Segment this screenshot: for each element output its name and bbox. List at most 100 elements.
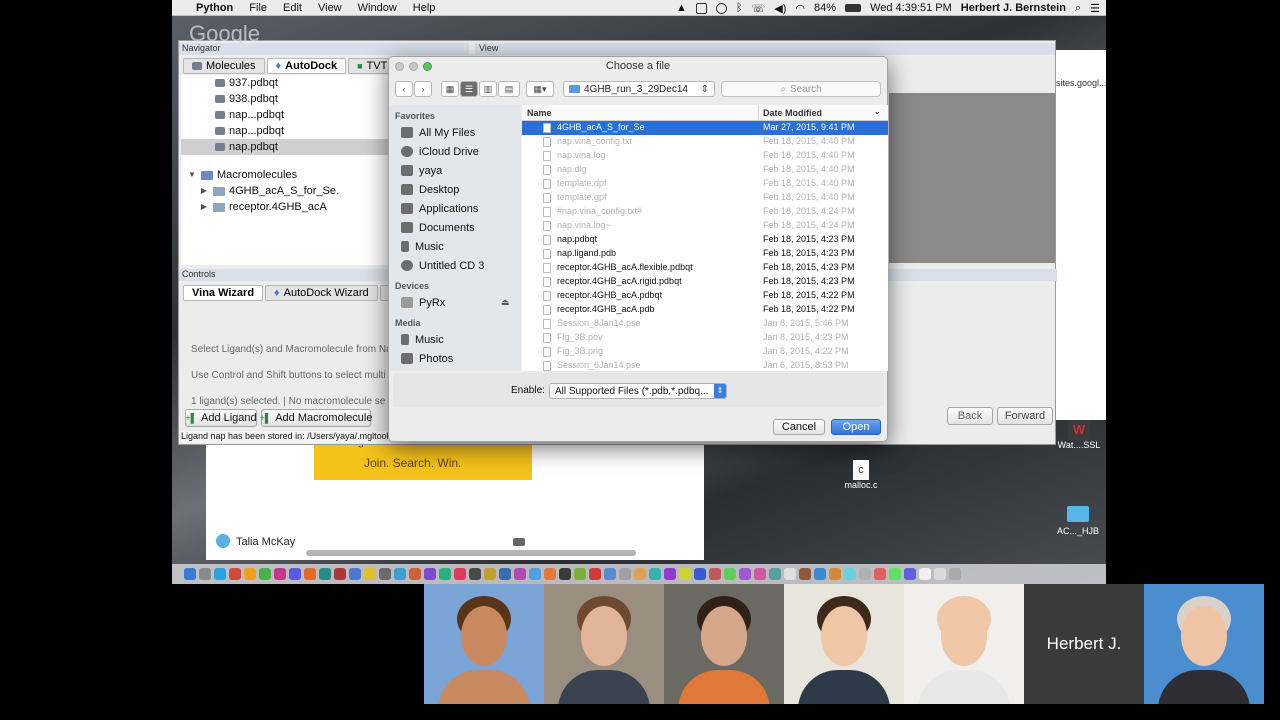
file-row[interactable]: receptor.4GHB_acA.flexible.pdbqt Feb 18, … [522,261,888,275]
phone-icon[interactable]: ☏ [752,2,766,15]
dock-app-icon[interactable] [904,568,916,580]
dock-app-icon[interactable] [469,568,481,580]
dock-app-icon[interactable] [784,568,796,580]
dock-app-icon[interactable] [514,568,526,580]
dock-app-icon[interactable] [709,568,721,580]
forward-button[interactable]: Forward [997,407,1053,425]
wifi-icon[interactable]: ◠ [795,2,805,15]
open-button[interactable]: Open [831,419,881,435]
battery-percent[interactable]: 84% [814,2,836,14]
dock-app-icon[interactable] [379,568,391,580]
file-row[interactable]: receptor.4GHB_acA.rigid.pdbqt Feb 18, 201… [522,275,888,289]
tab-autodock-wizard[interactable]: ♦ AutoDock Wizard [265,285,378,301]
file-row[interactable]: nap.ligand.pdb Feb 18, 2015, 4:23 PM [522,247,888,261]
dock-app-icon[interactable] [454,568,466,580]
column-name[interactable]: Name [527,108,552,118]
participant-video[interactable] [424,584,544,704]
participant-video[interactable] [664,584,784,704]
menu-file[interactable]: File [241,2,275,14]
path-popup[interactable]: 4GHB_run_3_29Dec14 ⇕ [563,81,715,97]
dock-app-icon[interactable] [244,568,256,580]
tree-item[interactable]: ▶ receptor.4GHB_acA [181,199,393,215]
participant-name-tile[interactable]: Herbert J. [1024,584,1144,704]
file-row[interactable]: nap.vina.log Feb 18, 2015, 4:40 PM [522,149,888,163]
site-link[interactable]: sites.googl... [1056,78,1106,88]
time-machine-icon[interactable] [715,2,727,14]
dock-app-icon[interactable] [634,568,646,580]
forward-nav-icon[interactable]: › [414,81,432,97]
sidebar-item-untitled-cd[interactable]: Untitled CD 3 [389,256,521,275]
dock-app-icon[interactable] [229,568,241,580]
bluetooth-icon[interactable]: ᛒ [736,2,743,14]
dock-app-icon[interactable] [664,568,676,580]
participant-video[interactable] [784,584,904,704]
dock-app-icon[interactable] [559,568,571,580]
dock-app-icon[interactable] [724,568,736,580]
dock-app-icon[interactable] [754,568,766,580]
dock-app-icon[interactable] [919,568,931,580]
file-type-select[interactable]: All Supported Files (*.pdb,*.pdbq... ⇕ [549,383,727,399]
sidebar-item-applications[interactable]: Applications [389,199,521,218]
menu-view[interactable]: View [310,2,350,14]
dock-app-icon[interactable] [844,568,856,580]
add-macromolecule-button[interactable]: +▌ Add Macromolecule [260,409,372,427]
sidebar-item-pyrx[interactable]: PyRx ⏏ [389,293,521,312]
sidebar-item-photos[interactable]: Photos [389,349,521,368]
participant-video[interactable] [904,584,1024,704]
dock-app-icon[interactable] [319,568,331,580]
dock-app-icon[interactable] [499,568,511,580]
sidebar-item-documents[interactable]: Documents [389,218,521,237]
tab-vina-wizard[interactable]: Vina Wizard [183,285,264,301]
menu-window[interactable]: Window [350,2,405,14]
sidebar-item-icloud-drive[interactable]: iCloud Drive [389,142,521,161]
dock-app-icon[interactable] [259,568,271,580]
list-view-icon[interactable]: ☰ [460,81,478,97]
tree-macromolecules[interactable]: ▼ Macromolecules [181,167,393,183]
dock-app-icon[interactable] [409,568,421,580]
tree-item[interactable]: nap...pdbqt [181,123,393,139]
sidebar-item-media-music[interactable]: Music [389,330,521,349]
tree-item[interactable]: 937.pdbqt [181,75,393,91]
dock-app-icon[interactable] [679,568,691,580]
column-date-modified[interactable]: Date Modified [763,108,822,118]
dock-app-icon[interactable] [484,568,496,580]
disclosure-triangle-icon[interactable]: ▶ [199,183,209,199]
notification-center-icon[interactable]: ☰ [1090,2,1100,15]
dock-app-icon[interactable] [289,568,301,580]
back-nav-icon[interactable]: ‹ [395,81,413,97]
dock-app-icon[interactable] [574,568,586,580]
back-button[interactable]: Back [947,407,993,425]
coverflow-view-icon[interactable]: ▤ [498,81,520,97]
tree-item[interactable]: 938.pdbqt [181,91,393,107]
dock-app-icon[interactable] [334,568,346,580]
dock-app-icon[interactable] [874,568,886,580]
user-name[interactable]: Herbert J. Bernstein [961,2,1066,14]
file-row[interactable]: #nap.vina_config.txt# Feb 18, 2015, 4:24 … [522,205,888,219]
dock-app-icon[interactable] [304,568,316,580]
dock-app-icon[interactable] [544,568,556,580]
dock-app-icon[interactable] [394,568,406,580]
dock-app-icon[interactable] [814,568,826,580]
dock-app-icon[interactable] [799,568,811,580]
spotlight-search-icon[interactable]: ⌕ [1075,2,1081,15]
arrange-menu-icon[interactable]: ▦▾ [526,81,554,97]
menu-help[interactable]: Help [405,2,444,14]
tab-autodock[interactable]: ♦ AutoDock [266,58,347,74]
file-row[interactable]: nap.dlg Feb 18, 2015, 4:40 PM [522,163,888,177]
file-row[interactable]: nap.vina.log~ Feb 18, 2015, 4:24 PM [522,219,888,233]
dock-app-icon[interactable] [694,568,706,580]
file-row[interactable]: Session_8Jan14.pse Jan 8, 2015, 5:46 PM [522,317,888,331]
dock-app-icon[interactable] [769,568,781,580]
tree-item-selected[interactable]: nap.pdbqt [181,139,393,155]
file-row[interactable]: receptor.4GHB_acA.pdbqt Feb 18, 2015, 4:2… [522,289,888,303]
dock-app-icon[interactable] [649,568,661,580]
dock-app-icon[interactable] [589,568,601,580]
file-row[interactable]: template.gpf Feb 18, 2015, 4:40 PM [522,191,888,205]
file-row[interactable]: nap.vina_config.txt Feb 18, 2015, 4:40 PM [522,135,888,149]
dock-app-icon[interactable] [829,568,841,580]
sidebar-item-desktop[interactable]: Desktop [389,180,521,199]
dock-app-icon[interactable] [274,568,286,580]
participant-video[interactable] [544,584,664,704]
browser-scrollbar[interactable] [306,550,636,556]
search-field[interactable]: ⌕ Search [721,81,881,97]
